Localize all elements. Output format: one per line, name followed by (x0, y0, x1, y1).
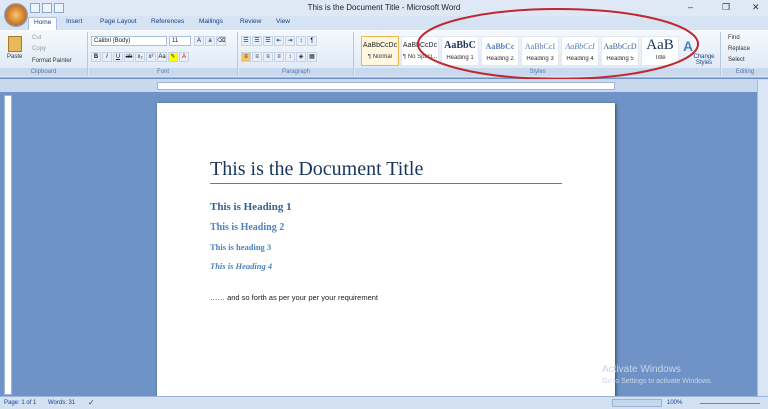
style-heading-3[interactable]: AaBbCcI Heading 3 (521, 36, 559, 66)
clipboard-label: Clipboard (0, 68, 87, 76)
horizontal-ruler[interactable] (157, 82, 615, 90)
tab-references[interactable]: References (146, 17, 189, 26)
change-styles-icon: A (683, 38, 694, 54)
clipboard-group: Paste Cut Copy Format Painter Clipboard (0, 32, 88, 76)
sort-icon[interactable]: ↕ (296, 36, 306, 46)
font-label: Font (89, 68, 237, 76)
decrease-indent-icon[interactable]: ⇤ (274, 36, 284, 46)
zoom-slider[interactable] (700, 403, 760, 404)
replace-button[interactable]: Replace (728, 46, 750, 52)
superscript-icon[interactable]: x² (146, 52, 156, 62)
align-left-icon[interactable]: ≡ (241, 52, 251, 62)
paste-icon (8, 36, 22, 52)
change-case-icon[interactable]: Aa (157, 52, 167, 62)
change-styles-button[interactable]: Change Styles (691, 54, 717, 66)
find-button[interactable]: Find (728, 35, 740, 41)
style-heading-1[interactable]: AaBbC Heading 1 (441, 36, 479, 66)
title-underline (210, 183, 562, 184)
grow-font-icon[interactable]: A (194, 36, 204, 46)
style-heading-2[interactable]: AaBbCc Heading 2 (481, 36, 519, 66)
numbering-icon[interactable]: ☰ (252, 36, 262, 46)
borders-icon[interactable]: ▦ (307, 52, 317, 62)
justify-icon[interactable]: ≡ (274, 52, 284, 62)
vertical-ruler[interactable] (4, 95, 12, 395)
subscript-icon[interactable]: x₂ (135, 52, 145, 62)
office-button[interactable] (4, 3, 28, 27)
italic-icon[interactable]: I (102, 52, 112, 62)
window-title: This is the Document Title - Microsoft W… (307, 3, 461, 12)
font-name-select[interactable]: Calibri (Body) (91, 36, 167, 46)
view-buttons[interactable] (612, 399, 662, 407)
style-heading-4[interactable]: AaBbCcI Heading 4 (561, 36, 599, 66)
align-right-icon[interactable]: ≡ (263, 52, 273, 62)
editing-label: Editing (722, 68, 768, 76)
styles-group: AaBbCcDc ¶ Normal AaBbCcDc ¶ No Spaci... A… (355, 32, 721, 76)
bullets-icon[interactable]: ☰ (241, 36, 251, 46)
document-title: This is the Document Title (210, 158, 424, 180)
heading-2: This is Heading 2 (210, 222, 285, 233)
underline-icon[interactable]: U (113, 52, 123, 62)
style-no-spacing[interactable]: AaBbCcDc ¶ No Spaci... (401, 36, 439, 66)
undo-icon[interactable] (42, 3, 52, 13)
document-page[interactable]: This is the Document Title This is Headi… (157, 103, 615, 403)
line-spacing-icon[interactable]: ↕ (285, 52, 295, 62)
strikethrough-icon[interactable]: ab (124, 52, 134, 62)
style-normal[interactable]: AaBbCcDc ¶ Normal (361, 36, 399, 66)
tab-page-layout[interactable]: Page Layout (95, 17, 142, 26)
paste-button[interactable]: Paste (7, 54, 22, 60)
tab-insert[interactable]: Insert (61, 17, 87, 26)
ribbon: Paste Cut Copy Format Painter Clipboard … (0, 30, 768, 78)
redo-icon[interactable] (54, 3, 64, 13)
clear-format-icon[interactable]: ⌫ (216, 36, 226, 46)
format-painter-button[interactable]: Format Painter (32, 58, 72, 64)
style-title[interactable]: AaB Title (641, 36, 679, 66)
cut-button[interactable]: Cut (32, 35, 41, 41)
proofing-icon[interactable]: ✓ (88, 398, 95, 407)
show-marks-icon[interactable]: ¶ (307, 36, 317, 46)
close-button[interactable]: ✕ (752, 2, 760, 13)
select-button[interactable]: Select (728, 57, 745, 63)
font-group: Calibri (Body) 11 Aa ⌫ B I Uab x₂ x² Aa ✎ A Font (89, 32, 238, 76)
shading-icon[interactable]: ◈ (296, 52, 306, 62)
font-size-select[interactable]: 11 (169, 36, 191, 46)
center-icon[interactable]: ≡ (252, 52, 262, 62)
zoom-level[interactable]: 100% (667, 400, 682, 406)
paragraph-group: ☰ ☰ ☰ ⇤ ⇥ ↕ ¶ ≡ ≡ ≡ ≡ ↕ ◈ ▦ Paragraph (239, 32, 354, 76)
tab-mailings[interactable]: Mailings (194, 17, 228, 26)
tab-home[interactable]: Home (28, 17, 58, 30)
bold-icon[interactable]: B (91, 52, 101, 62)
body-paragraph: …… and so forth as per your per your req… (210, 293, 378, 302)
vertical-scrollbar[interactable] (757, 80, 768, 396)
ribbon-tabs: Home Insert Page Layout References Maili… (0, 16, 768, 30)
word-count[interactable]: Words: 31 (48, 400, 75, 406)
activate-windows-hint: Go to Settings to activate Windows. (602, 378, 713, 385)
highlight-icon[interactable]: ✎ (168, 52, 178, 62)
multilevel-icon[interactable]: ☰ (263, 36, 273, 46)
style-heading-5[interactable]: AaBbCcD Heading 5 (601, 36, 639, 66)
paragraph-label: Paragraph (239, 68, 353, 76)
font-color-icon[interactable]: A (179, 52, 189, 62)
maximize-button[interactable]: ❐ (722, 2, 730, 13)
heading-3: This is heading 3 (210, 242, 272, 252)
editing-group: Find Replace Select Editing (722, 32, 768, 76)
quick-access-toolbar (30, 3, 64, 13)
styles-label: Styles (355, 68, 720, 76)
save-icon[interactable] (30, 3, 40, 13)
shrink-font-icon[interactable]: a (205, 36, 215, 46)
status-bar: Page: 1 of 1 Words: 31 ✓ 100% (0, 396, 768, 409)
heading-1: This is Heading 1 (210, 201, 292, 213)
page-count[interactable]: Page: 1 of 1 (4, 400, 36, 406)
tab-view[interactable]: View (271, 17, 295, 26)
minimize-button[interactable]: – (688, 2, 693, 12)
increase-indent-icon[interactable]: ⇥ (285, 36, 295, 46)
activate-windows-watermark: Activate Windows (602, 364, 681, 375)
copy-button[interactable]: Copy (32, 46, 46, 52)
tab-review[interactable]: Review (235, 17, 266, 26)
heading-4: This is Heading 4 (210, 261, 273, 271)
title-bar: This is the Document Title - Microsoft W… (0, 0, 768, 16)
